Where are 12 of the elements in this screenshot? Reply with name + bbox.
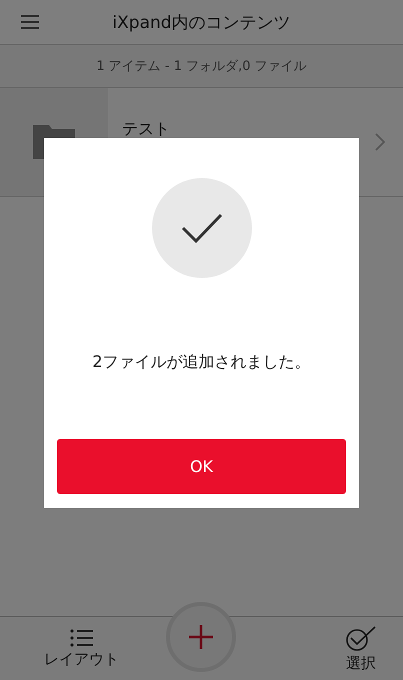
- chevron-icon: [375, 133, 385, 151]
- dialog-message: 2ファイルが追加されました。: [92, 352, 311, 373]
- folder-name: テスト: [121, 120, 171, 138]
- check-circle-icon: [345, 624, 377, 650]
- item-count: 1 アイテム - 1 フォルダ,0 ファイル: [96, 58, 307, 75]
- menu-icon[interactable]: [20, 14, 40, 30]
- toolbar-button[interactable]: レイアウト: [44, 628, 119, 668]
- ok-button[interactable]: OK: [57, 439, 346, 494]
- list-icon: [70, 628, 94, 646]
- plus-icon: [188, 624, 214, 650]
- screen-title: iXpand内のコンテンツ: [112, 12, 291, 34]
- toolbar-button[interactable]: 選択: [345, 624, 377, 672]
